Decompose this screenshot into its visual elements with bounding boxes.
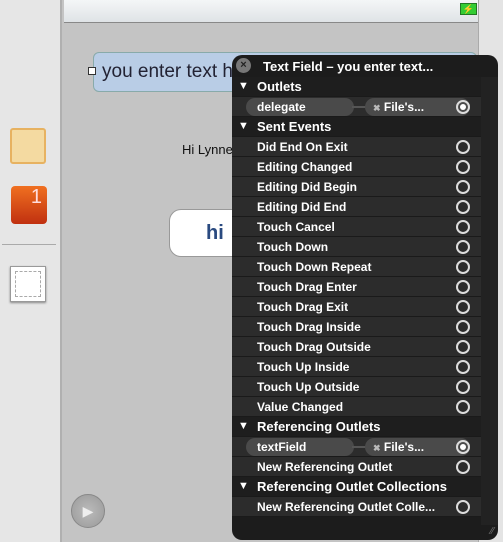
disclosure-triangle-icon[interactable]: ▼ bbox=[238, 420, 249, 432]
connect-circle-icon[interactable] bbox=[456, 460, 470, 474]
status-bar: ⚡ bbox=[64, 0, 478, 23]
item-label: Touch Up Outside bbox=[257, 380, 360, 394]
greeting-label[interactable]: Hi Lynne bbox=[182, 142, 233, 157]
connect-circle-icon[interactable] bbox=[456, 340, 470, 354]
item-label: Editing Did End bbox=[257, 200, 347, 214]
sent-event-row[interactable]: Editing Changed bbox=[232, 157, 481, 177]
close-icon[interactable]: × bbox=[236, 58, 251, 73]
connection-line bbox=[352, 446, 366, 448]
disclosure-triangle-icon[interactable]: ▼ bbox=[238, 120, 249, 132]
disclosure-triangle-icon[interactable]: ▼ bbox=[238, 480, 249, 492]
sent-event-row[interactable]: Touch Drag Inside bbox=[232, 317, 481, 337]
section-label: Outlets bbox=[257, 79, 302, 94]
outlet-name[interactable]: delegate bbox=[246, 98, 354, 116]
item-label: Editing Did Begin bbox=[257, 180, 357, 194]
target-label: File's... bbox=[383, 440, 425, 454]
connect-circle-icon[interactable] bbox=[456, 160, 470, 174]
sent-event-row[interactable]: Touch Drag Enter bbox=[232, 277, 481, 297]
outlet-name[interactable]: textField bbox=[246, 438, 354, 456]
sent-event-row[interactable]: Touch Drag Outside bbox=[232, 337, 481, 357]
placeholder-object-icon[interactable] bbox=[10, 128, 46, 164]
battery-icon: ⚡ bbox=[460, 3, 477, 15]
connect-circle-icon[interactable] bbox=[456, 240, 470, 254]
resize-handle[interactable] bbox=[88, 67, 96, 75]
new-referencing-outlet-collection-row[interactable]: New Referencing Outlet Colle... bbox=[232, 497, 481, 517]
divider bbox=[2, 244, 56, 245]
connect-circle-icon[interactable] bbox=[456, 320, 470, 334]
section-label: Referencing Outlet Collections bbox=[257, 479, 447, 494]
connect-circle-icon[interactable] bbox=[456, 140, 470, 154]
section-label: Referencing Outlets bbox=[257, 419, 381, 434]
item-label: Touch Drag Exit bbox=[257, 300, 349, 314]
sent-event-row[interactable]: Touch Down bbox=[232, 237, 481, 257]
sent-event-row[interactable]: Editing Did Begin bbox=[232, 177, 481, 197]
sent-event-row[interactable]: Did End On Exit bbox=[232, 137, 481, 157]
remove-icon[interactable]: ✖ bbox=[373, 443, 381, 453]
connect-circle-icon[interactable] bbox=[456, 300, 470, 314]
connected-circle-icon[interactable] bbox=[456, 100, 470, 114]
connection-line bbox=[352, 106, 366, 108]
play-icon[interactable]: ▶ bbox=[71, 494, 105, 528]
item-label: Touch Up Inside bbox=[257, 360, 350, 374]
section-header[interactable]: ▼ Referencing Outlets bbox=[232, 417, 481, 437]
target-label: File's... bbox=[383, 100, 425, 114]
hud-title: Text Field – you enter text... bbox=[263, 59, 434, 74]
scrollbar[interactable] bbox=[481, 77, 498, 525]
resize-grip-icon[interactable]: ⁄⁄ bbox=[491, 526, 494, 537]
connect-circle-icon[interactable] bbox=[456, 360, 470, 374]
item-label: Touch Drag Enter bbox=[257, 280, 357, 294]
new-referencing-outlet-row[interactable]: New Referencing Outlet bbox=[232, 457, 481, 477]
sent-event-row[interactable]: Touch Down Repeat bbox=[232, 257, 481, 277]
item-label: Editing Changed bbox=[257, 160, 353, 174]
connect-circle-icon[interactable] bbox=[456, 280, 470, 294]
remove-icon[interactable]: ✖ bbox=[373, 103, 381, 113]
first-responder-icon[interactable]: 1 bbox=[11, 186, 47, 224]
connect-circle-icon[interactable] bbox=[456, 200, 470, 214]
connect-circle-icon[interactable] bbox=[456, 380, 470, 394]
connections-hud: × Text Field – you enter text... ▼ Outlet… bbox=[232, 55, 498, 540]
section-header[interactable]: ▼ Outlets bbox=[232, 77, 481, 97]
connection-target[interactable]: ✖ File's... bbox=[365, 98, 470, 116]
sent-event-row[interactable]: Value Changed bbox=[232, 397, 481, 417]
view-icon[interactable] bbox=[10, 266, 46, 302]
sent-event-row[interactable]: Touch Cancel bbox=[232, 217, 481, 237]
sent-event-row[interactable]: Editing Did End bbox=[232, 197, 481, 217]
item-label: Did End On Exit bbox=[257, 140, 348, 154]
connect-circle-icon[interactable] bbox=[456, 180, 470, 194]
section-header[interactable]: ▼ Referencing Outlet Collections bbox=[232, 477, 481, 497]
connection-target[interactable]: ✖ File's... bbox=[365, 438, 470, 456]
object-library-panel: 1 bbox=[0, 0, 62, 542]
item-label: Value Changed bbox=[257, 400, 344, 414]
section-label: Sent Events bbox=[257, 119, 332, 134]
connection-row[interactable]: delegate ✖ File's... bbox=[232, 97, 481, 117]
connect-circle-icon[interactable] bbox=[456, 500, 470, 514]
sent-event-row[interactable]: Touch Drag Exit bbox=[232, 297, 481, 317]
connect-circle-icon[interactable] bbox=[456, 260, 470, 274]
item-label: Touch Down Repeat bbox=[257, 260, 372, 274]
item-label: Touch Down bbox=[257, 240, 329, 254]
sent-event-row[interactable]: Touch Up Outside bbox=[232, 377, 481, 397]
connect-circle-icon[interactable] bbox=[456, 400, 470, 414]
item-label: New Referencing Outlet bbox=[257, 460, 393, 474]
sent-event-row[interactable]: Touch Up Inside bbox=[232, 357, 481, 377]
item-label: Touch Cancel bbox=[257, 220, 335, 234]
section-header[interactable]: ▼ Sent Events bbox=[232, 117, 481, 137]
connected-circle-icon[interactable] bbox=[456, 440, 470, 454]
connect-circle-icon[interactable] bbox=[456, 220, 470, 234]
item-label: Touch Drag Inside bbox=[257, 320, 361, 334]
item-label: Touch Drag Outside bbox=[257, 340, 371, 354]
item-label: New Referencing Outlet Colle... bbox=[257, 500, 436, 514]
connection-row[interactable]: textField ✖ File's... bbox=[232, 437, 481, 457]
disclosure-triangle-icon[interactable]: ▼ bbox=[238, 80, 249, 92]
